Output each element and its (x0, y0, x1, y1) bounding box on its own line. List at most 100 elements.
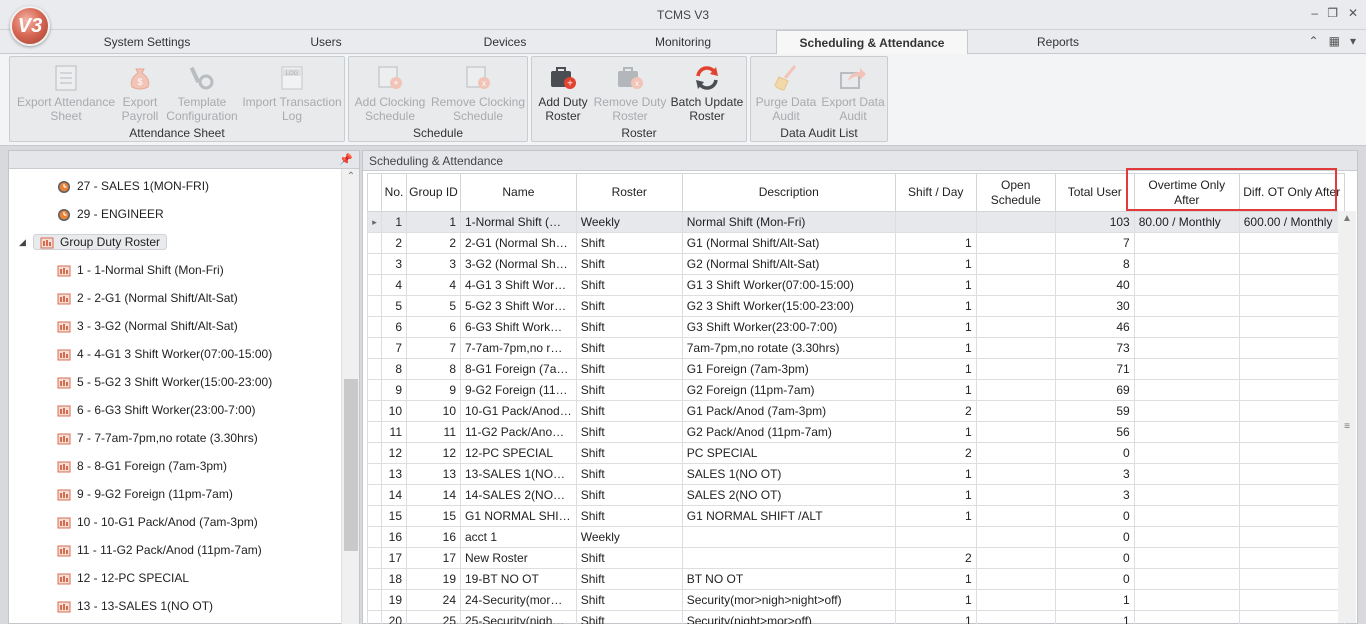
table-cell[interactable]: G1 Pack/Anod (7am-3pm) (681, 400, 896, 422)
scroll-up-icon[interactable]: ⌃ (342, 171, 360, 182)
table-row[interactable]: 20 25 25-Security(nigh… Shift Security(night… (367, 610, 1345, 624)
table-cell[interactable]: Shift (575, 400, 683, 422)
row-indicator[interactable] (367, 547, 382, 569)
table-cell[interactable]: 1 (894, 610, 977, 624)
table-cell[interactable] (1238, 421, 1345, 443)
table-cell[interactable]: G1 Foreign (7am-3pm) (681, 358, 896, 380)
tree-item[interactable]: 10 - 10-G1 Pack/Anod (7am-3pm) (57, 508, 258, 536)
tab-reports[interactable]: Reports (978, 30, 1138, 54)
table-cell[interactable]: 1 (406, 211, 461, 233)
table-cell[interactable]: Shift (575, 505, 683, 527)
scroll-grip-icon[interactable]: ≡ (1338, 421, 1356, 432)
table-cell[interactable]: 13 (381, 463, 407, 485)
column-header[interactable]: No. (381, 173, 407, 212)
table-cell[interactable] (1238, 589, 1345, 611)
column-header[interactable]: Group ID (406, 173, 461, 212)
table-cell[interactable]: 59 (1054, 400, 1135, 422)
table-cell[interactable]: 1 (894, 316, 977, 338)
table-cell[interactable] (975, 463, 1056, 485)
table-cell[interactable]: SALES 1(NO OT) (681, 463, 896, 485)
table-cell[interactable]: 40 (1054, 274, 1135, 296)
table-row[interactable]: 11 11 11-G2 Pack/Ano… Shift G2 Pack/Anod (11… (367, 421, 1345, 443)
table-cell[interactable] (681, 547, 896, 569)
table-cell[interactable] (1238, 295, 1345, 317)
table-cell[interactable] (975, 253, 1056, 275)
table-cell[interactable] (1133, 526, 1240, 548)
table-cell[interactable] (1238, 337, 1345, 359)
column-header[interactable]: Overtime Only After (1133, 173, 1240, 212)
table-cell[interactable]: 69 (1054, 379, 1135, 401)
table-cell[interactable]: 1 (894, 505, 977, 527)
table-cell[interactable] (1238, 484, 1345, 506)
table-cell[interactable]: 10-G1 Pack/Anod… (460, 400, 577, 422)
table-cell[interactable]: 2 (894, 547, 977, 569)
table-cell[interactable] (681, 526, 896, 548)
table-cell[interactable] (1133, 568, 1240, 590)
tree-item[interactable]: 12 - 12-PC SPECIAL (57, 564, 189, 592)
table-cell[interactable] (1133, 421, 1240, 443)
row-indicator[interactable] (367, 421, 382, 443)
batch-update-roster-button[interactable]: Batch Update Roster (668, 59, 746, 125)
table-cell[interactable]: 8 (1054, 253, 1135, 275)
table-cell[interactable] (975, 211, 1056, 233)
table-cell[interactable] (1238, 400, 1345, 422)
table-cell[interactable] (1133, 232, 1240, 254)
table-cell[interactable]: 4 (381, 274, 407, 296)
table-row[interactable]: 16 16 acct 1 Weekly 0 (367, 526, 1345, 548)
tree-item[interactable]: 8 - 8-G1 Foreign (7am-3pm) (57, 452, 227, 480)
table-cell[interactable]: 6 (406, 316, 461, 338)
table-cell[interactable]: Shift (575, 442, 683, 464)
table-cell[interactable] (1238, 568, 1345, 590)
pin-icon[interactable]: 📌 (339, 153, 353, 166)
table-row[interactable]: 14 14 14-SALES 2(NO… Shift SALES 2(NO OT) 1 3 (367, 484, 1345, 506)
tree-item[interactable]: 9 - 9-G2 Foreign (11pm-7am) (57, 480, 233, 508)
tree-item[interactable]: 27 - SALES 1(MON-FRI) (57, 172, 209, 200)
table-cell[interactable]: 10 (406, 400, 461, 422)
table-cell[interactable]: 14 (406, 484, 461, 506)
table-cell[interactable]: 5 (406, 295, 461, 317)
table-cell[interactable]: 11 (381, 421, 407, 443)
table-cell[interactable]: 19 (381, 589, 407, 611)
table-cell[interactable]: 12 (381, 442, 407, 464)
table-cell[interactable] (1133, 379, 1240, 401)
table-cell[interactable] (1238, 232, 1345, 254)
tree-item[interactable]: 1 - 1-Normal Shift (Mon-Fri) (57, 256, 224, 284)
table-row[interactable]: 13 13 13-SALES 1(NO… Shift SALES 1(NO OT) 1 3 (367, 463, 1345, 485)
table-cell[interactable] (975, 526, 1056, 548)
tab-scheduling-attendance[interactable]: Scheduling & Attendance (776, 30, 968, 55)
table-cell[interactable]: 3 (406, 253, 461, 275)
table-cell[interactable]: 7-7am-7pm,no r… (460, 337, 577, 359)
table-cell[interactable]: 9 (406, 379, 461, 401)
table-cell[interactable]: 3 (1054, 484, 1135, 506)
table-cell[interactable]: 2 (894, 400, 977, 422)
table-cell[interactable] (975, 400, 1056, 422)
table-cell[interactable]: 2 (381, 232, 407, 254)
table-cell[interactable] (1238, 610, 1345, 624)
table-cell[interactable]: G2 (Normal Shift/Alt-Sat) (681, 253, 896, 275)
table-cell[interactable]: 1 (894, 463, 977, 485)
column-header[interactable]: Name (460, 173, 577, 212)
table-cell[interactable]: 71 (1054, 358, 1135, 380)
table-cell[interactable]: 7am-7pm,no rotate (3.30hrs) (681, 337, 896, 359)
table-row[interactable]: 2 2 2-G1 (Normal Sh… Shift G1 (Normal Shift/… (367, 232, 1345, 254)
remove-clocking-schedule-button[interactable]: x Remove Clocking Schedule (429, 59, 527, 125)
table-cell[interactable]: Shift (575, 295, 683, 317)
table-cell[interactable]: G1 NORMAL SHI… (460, 505, 577, 527)
table-cell[interactable]: 13-SALES 1(NO… (460, 463, 577, 485)
table-cell[interactable]: Shift (575, 589, 683, 611)
tree-item[interactable]: 29 - ENGINEER (57, 200, 164, 228)
table-cell[interactable]: 73 (1054, 337, 1135, 359)
row-indicator[interactable] (367, 505, 382, 527)
table-cell[interactable]: 4-G1 3 Shift Wor… (460, 274, 577, 296)
table-cell[interactable] (1133, 253, 1240, 275)
table-cell[interactable]: 24 (406, 589, 461, 611)
table-cell[interactable] (1133, 442, 1240, 464)
table-cell[interactable]: 11 (406, 421, 461, 443)
table-cell[interactable]: 1 (894, 274, 977, 296)
row-indicator[interactable] (367, 526, 382, 548)
column-header[interactable]: Shift / Day (894, 173, 977, 212)
table-cell[interactable]: 12-PC SPECIAL (460, 442, 577, 464)
table-cell[interactable]: 16 (406, 526, 461, 548)
table-cell[interactable]: 24-Security(mor… (460, 589, 577, 611)
table-cell[interactable]: G2 Foreign (11pm-7am) (681, 379, 896, 401)
